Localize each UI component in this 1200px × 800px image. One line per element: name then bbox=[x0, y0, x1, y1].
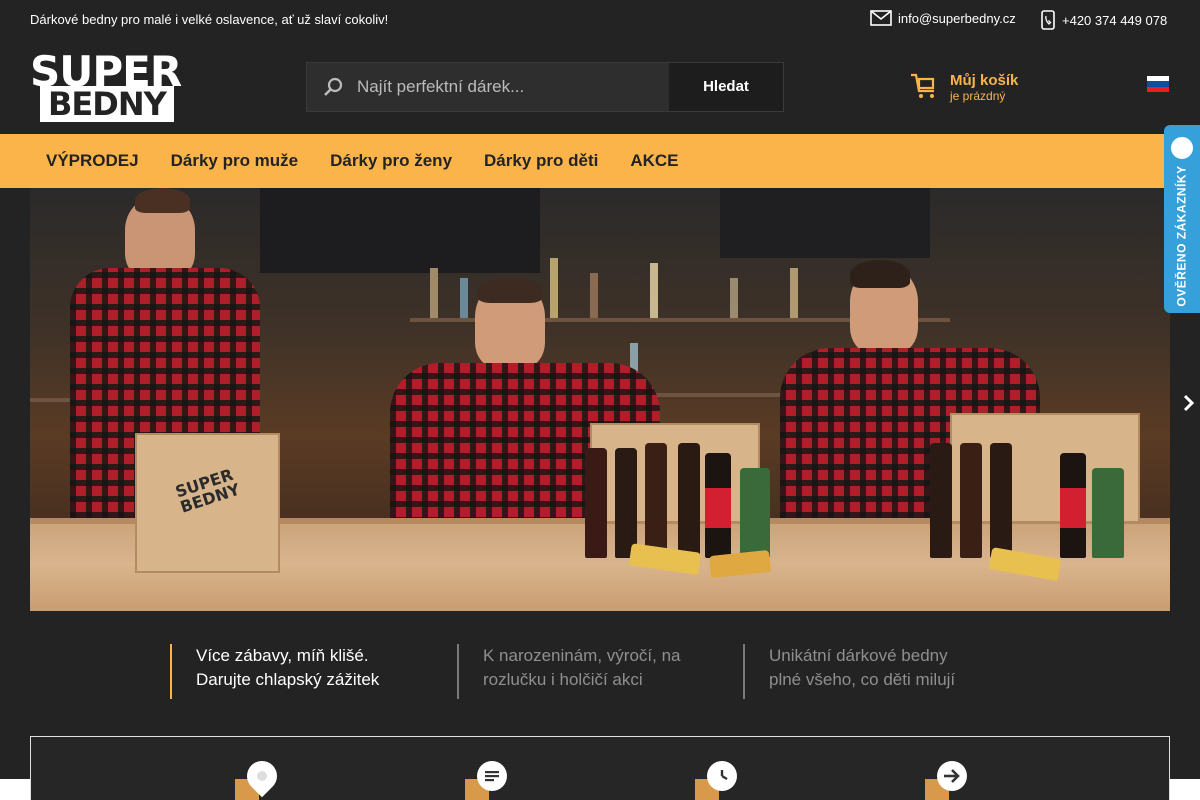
cart-icon bbox=[911, 73, 935, 98]
nav-item-vyprodej[interactable]: VÝPRODEJ bbox=[30, 134, 155, 188]
nav-item-akce[interactable]: AKCE bbox=[614, 134, 694, 188]
beer-bottle bbox=[678, 443, 700, 558]
search-icon bbox=[324, 77, 343, 96]
nav-label: Dárky pro muže bbox=[170, 151, 299, 170]
benefit-line: Unikátní dárkové bedny bbox=[769, 646, 948, 665]
beer-bottle bbox=[930, 443, 952, 558]
nav-label: VÝPRODEJ bbox=[46, 151, 139, 170]
phone-text: +420 374 449 078 bbox=[1062, 12, 1168, 28]
search-input[interactable] bbox=[357, 63, 667, 111]
nav-item-darky-pro-muze[interactable]: Dárky pro muže bbox=[155, 134, 315, 188]
nav-item-darky-pro-zeny[interactable]: Dárky pro ženy bbox=[314, 134, 468, 188]
beer-bottle bbox=[990, 443, 1012, 558]
bottle-label bbox=[705, 488, 731, 528]
verified-reviews-widget[interactable]: OVĚŘENO ZÁKAZNÍKY bbox=[1164, 125, 1200, 313]
envelope-icon bbox=[870, 10, 892, 26]
cart-title: Můj košík bbox=[950, 72, 1019, 89]
logo-line2: BEDNY bbox=[48, 85, 167, 123]
background-bottle bbox=[550, 258, 558, 318]
nav-label: AKCE bbox=[630, 151, 679, 170]
search-bar: Hledat bbox=[306, 62, 784, 112]
cart[interactable]: Můj košík je prázdný bbox=[910, 72, 1050, 112]
arrow-right-icon bbox=[937, 761, 967, 791]
chalkboard bbox=[720, 188, 930, 258]
phone-icon bbox=[1041, 10, 1055, 30]
benefit-line: plné všeho, co děti milují bbox=[769, 670, 956, 689]
message-icon bbox=[477, 761, 507, 791]
email-text: info@superbedny.cz bbox=[898, 10, 1016, 26]
person-hair bbox=[478, 278, 542, 303]
hero-banner[interactable]: SUPER BEDNY bbox=[30, 188, 1170, 611]
crate-logo: SUPER BEDNY bbox=[172, 464, 243, 517]
nav-label: Dárky pro děti bbox=[484, 151, 599, 170]
benefit-line: Více zábavy, míň klišé. bbox=[196, 646, 369, 665]
phone-link[interactable]: +420 374 449 078 bbox=[1040, 10, 1167, 30]
background-bottle bbox=[590, 273, 598, 318]
beer-bottle bbox=[615, 448, 637, 558]
beer-bottle bbox=[960, 443, 982, 558]
benefit-tab-men[interactable]: Více zábavy, míň klišé. Darujte chlapský… bbox=[170, 644, 440, 699]
nav-label: Dárky pro ženy bbox=[330, 151, 453, 170]
background-bottle bbox=[430, 268, 438, 318]
cart-status: je prázdný bbox=[950, 89, 1006, 103]
header: SUPER BEDNY Hledat Můj košík je prázdný bbox=[0, 38, 1200, 134]
beer-bottle bbox=[645, 443, 667, 558]
verified-badge-icon bbox=[1169, 135, 1195, 161]
snack-bag bbox=[1092, 468, 1124, 558]
clock-icon bbox=[707, 761, 737, 791]
benefit-tab-women[interactable]: K narozeninám, výročí, na rozlučku i hol… bbox=[457, 644, 727, 699]
slovak-flag-icon[interactable] bbox=[1147, 76, 1169, 92]
slider-next-icon[interactable] bbox=[1180, 393, 1198, 413]
beer-bottle bbox=[585, 448, 607, 558]
background-bottle bbox=[460, 278, 468, 318]
snack-bag bbox=[740, 468, 770, 558]
logo[interactable]: SUPER BEDNY bbox=[30, 51, 182, 124]
feature-clock bbox=[691, 761, 737, 800]
chalkboard bbox=[260, 188, 540, 273]
feature-arrow bbox=[921, 761, 967, 800]
top-bar: Dárkové bedny pro malé i velké oslavence… bbox=[0, 0, 1200, 38]
main-nav: VÝPRODEJ Dárky pro muže Dárky pro ženy D… bbox=[0, 134, 1200, 188]
benefit-line: Darujte chlapský zážitek bbox=[196, 670, 380, 689]
background-bottle bbox=[650, 263, 658, 318]
benefit-line: K narozeninám, výročí, na bbox=[483, 646, 681, 665]
background-bottle bbox=[790, 268, 798, 318]
feature-message bbox=[461, 761, 507, 800]
background-bottle bbox=[730, 278, 738, 318]
tagline: Dárkové bedny pro malé i velké oslavence… bbox=[30, 12, 389, 27]
benefit-tab-kids[interactable]: Unikátní dárkové bedny plné všeho, co dě… bbox=[743, 644, 1013, 699]
features-strip bbox=[30, 736, 1170, 800]
nav-item-darky-pro-deti[interactable]: Dárky pro děti bbox=[468, 134, 614, 188]
email-link[interactable]: info@superbedny.cz bbox=[870, 10, 1016, 26]
feature-location bbox=[231, 754, 284, 800]
benefit-line: rozlučku i holčičí akci bbox=[483, 670, 643, 689]
gift-crate: SUPER BEDNY bbox=[135, 433, 280, 573]
verified-label: OVĚŘENO ZÁKAZNÍKY bbox=[1175, 165, 1189, 307]
bottle-label bbox=[1060, 488, 1086, 528]
person-hair bbox=[135, 188, 190, 213]
search-button[interactable]: Hledat bbox=[669, 63, 783, 111]
person-hair bbox=[850, 260, 910, 288]
